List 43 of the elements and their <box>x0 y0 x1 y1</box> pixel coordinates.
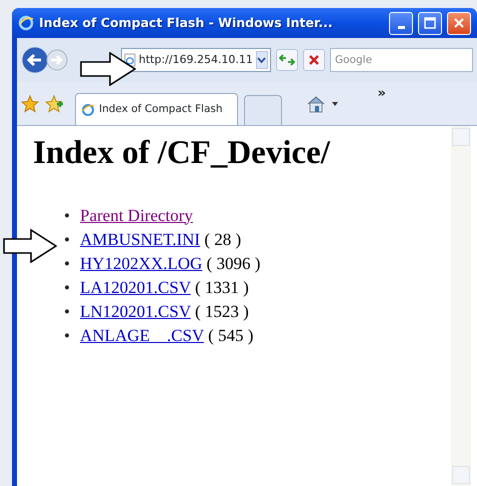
maximize-button[interactable] <box>418 12 442 34</box>
page-heading: Index of /CF_Device/ <box>33 134 332 173</box>
caret-icon <box>257 57 266 63</box>
minimize-button[interactable] <box>389 12 413 34</box>
file-size: ( 545 ) <box>207 326 254 345</box>
close-button[interactable] <box>447 12 471 34</box>
favorites-star-icon[interactable] <box>21 94 39 112</box>
maximize-icon <box>424 17 436 29</box>
bullet: • <box>64 228 71 251</box>
refresh-icon <box>279 54 295 66</box>
bullet: • <box>64 276 71 299</box>
browser-icon <box>81 102 95 116</box>
browser-tab[interactable]: Index of Compact Flash <box>75 93 238 125</box>
more-chevron[interactable]: » <box>378 84 386 104</box>
bullet: • <box>64 300 71 323</box>
file-size: ( 3096 ) <box>206 254 260 273</box>
file-link[interactable]: Parent Directory <box>80 206 193 225</box>
bullet: • <box>64 252 71 275</box>
arrow-icon <box>80 52 136 86</box>
file-link[interactable]: LN120201.CSV <box>80 302 191 321</box>
file-size: ( 1523 ) <box>194 302 249 321</box>
search-field[interactable]: Google <box>330 48 473 72</box>
close-icon <box>308 54 320 66</box>
caret-icon[interactable] <box>332 102 338 106</box>
bullet: • <box>64 324 71 347</box>
address-bar[interactable]: http://169.254.10.11 <box>121 48 271 72</box>
window-title: Index of Compact Flash - Windows Inter... <box>39 14 334 32</box>
file-link[interactable]: HY1202XX.LOG <box>80 254 202 273</box>
stop-button[interactable] <box>303 49 325 71</box>
add-favorite-icon[interactable] <box>45 94 63 112</box>
refresh-button[interactable] <box>276 49 298 71</box>
file-size: ( 28 ) <box>203 230 242 249</box>
file-size: ( 1331 ) <box>194 278 249 297</box>
back-icon[interactable] <box>21 46 49 74</box>
home-icon[interactable] <box>306 94 326 112</box>
bullet: • <box>64 204 71 227</box>
file-link[interactable]: AMBUSNET.INI <box>80 230 200 249</box>
browser-icon <box>18 15 34 31</box>
close-icon <box>453 17 465 29</box>
minimize-icon <box>398 26 404 28</box>
file-link[interactable]: ANLAGE .CSV <box>80 326 204 345</box>
file-link[interactable]: LA120201.CSV <box>80 278 191 297</box>
dropdown-button[interactable] <box>256 51 268 69</box>
